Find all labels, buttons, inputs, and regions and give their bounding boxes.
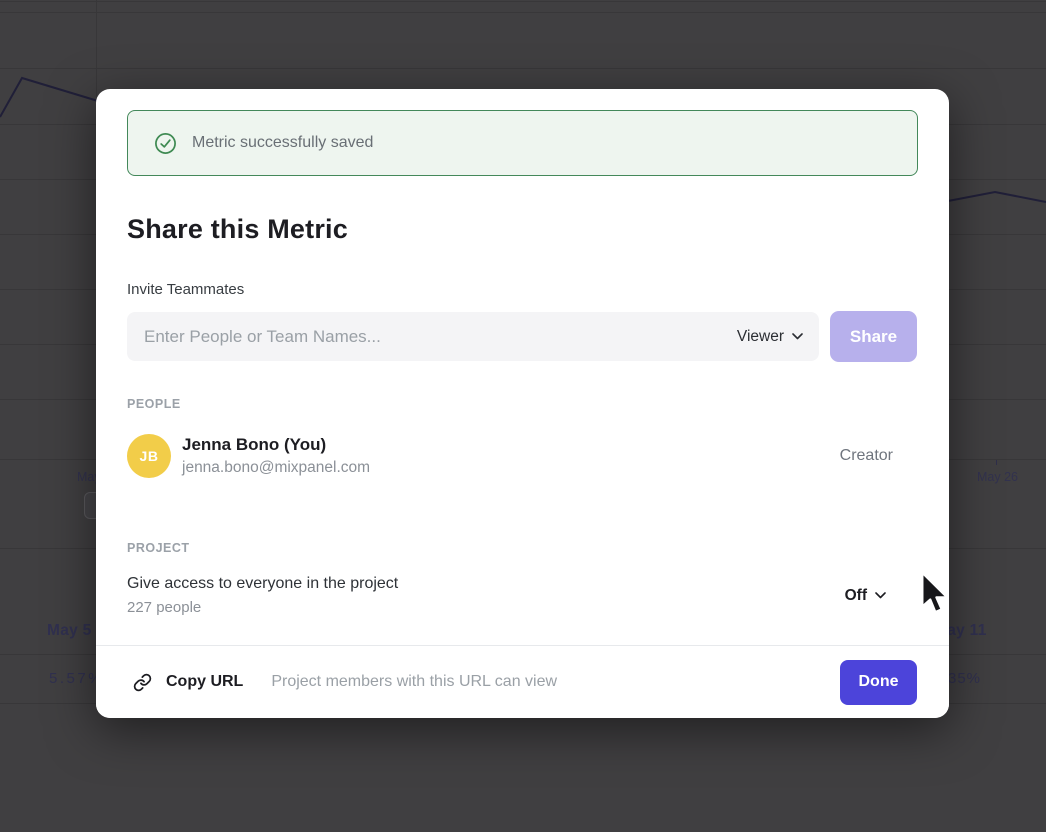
- x-axis-label: May 26: [977, 470, 1018, 484]
- avatar: JB: [127, 434, 171, 478]
- success-banner: Metric successfully saved: [127, 110, 918, 176]
- person-info: Jenna Bono (You) jenna.bono@mixpanel.com: [182, 435, 840, 477]
- axis-tick: [996, 460, 997, 465]
- invite-input-container: Viewer: [127, 312, 819, 361]
- grid-line: [0, 68, 1046, 69]
- person-name: Jenna Bono (You): [182, 435, 840, 455]
- person-role: Creator: [840, 447, 893, 465]
- check-circle-icon: [154, 132, 177, 155]
- modal-footer: Copy URL Project members with this URL c…: [96, 645, 949, 718]
- project-section-label: PROJECT: [127, 541, 190, 555]
- grid-line: [0, 1, 1046, 2]
- project-access-dropdown[interactable]: Off: [845, 587, 886, 605]
- copy-url-button[interactable]: Copy URL: [166, 673, 243, 691]
- success-banner-text: Metric successfully saved: [192, 134, 373, 152]
- project-access-row: Give access to everyone in the project 2…: [127, 575, 886, 616]
- chevron-down-icon: [875, 592, 886, 599]
- project-access-title: Give access to everyone in the project: [127, 575, 845, 593]
- link-icon[interactable]: [133, 673, 152, 692]
- line-chart-segment-left: [0, 60, 110, 130]
- table-column-header: May 5: [47, 622, 92, 640]
- project-member-count: 227 people: [127, 599, 845, 616]
- share-metric-modal: Metric successfully saved Share this Met…: [96, 89, 949, 718]
- modal-title: Share this Metric: [127, 214, 348, 245]
- role-dropdown[interactable]: Viewer: [737, 328, 803, 346]
- share-button[interactable]: Share: [830, 311, 917, 362]
- people-section-label: PEOPLE: [127, 397, 181, 411]
- table-cell-value: 35%: [948, 670, 981, 687]
- role-dropdown-value: Viewer: [737, 328, 784, 346]
- invite-teammates-label: Invite Teammates: [127, 281, 244, 298]
- grid-line: [0, 12, 1046, 13]
- done-button[interactable]: Done: [840, 660, 917, 705]
- project-access-info: Give access to everyone in the project 2…: [127, 575, 845, 616]
- project-access-value: Off: [845, 587, 867, 605]
- person-email: jenna.bono@mixpanel.com: [182, 459, 840, 477]
- chevron-down-icon: [792, 333, 803, 340]
- invite-row: Viewer Share: [127, 311, 917, 362]
- line-chart-segment-right: [946, 185, 1046, 210]
- invite-people-input[interactable]: [144, 327, 737, 347]
- person-row: JB Jenna Bono (You) jenna.bono@mixpanel.…: [127, 434, 893, 478]
- copy-url-hint: Project members with this URL can view: [271, 673, 557, 691]
